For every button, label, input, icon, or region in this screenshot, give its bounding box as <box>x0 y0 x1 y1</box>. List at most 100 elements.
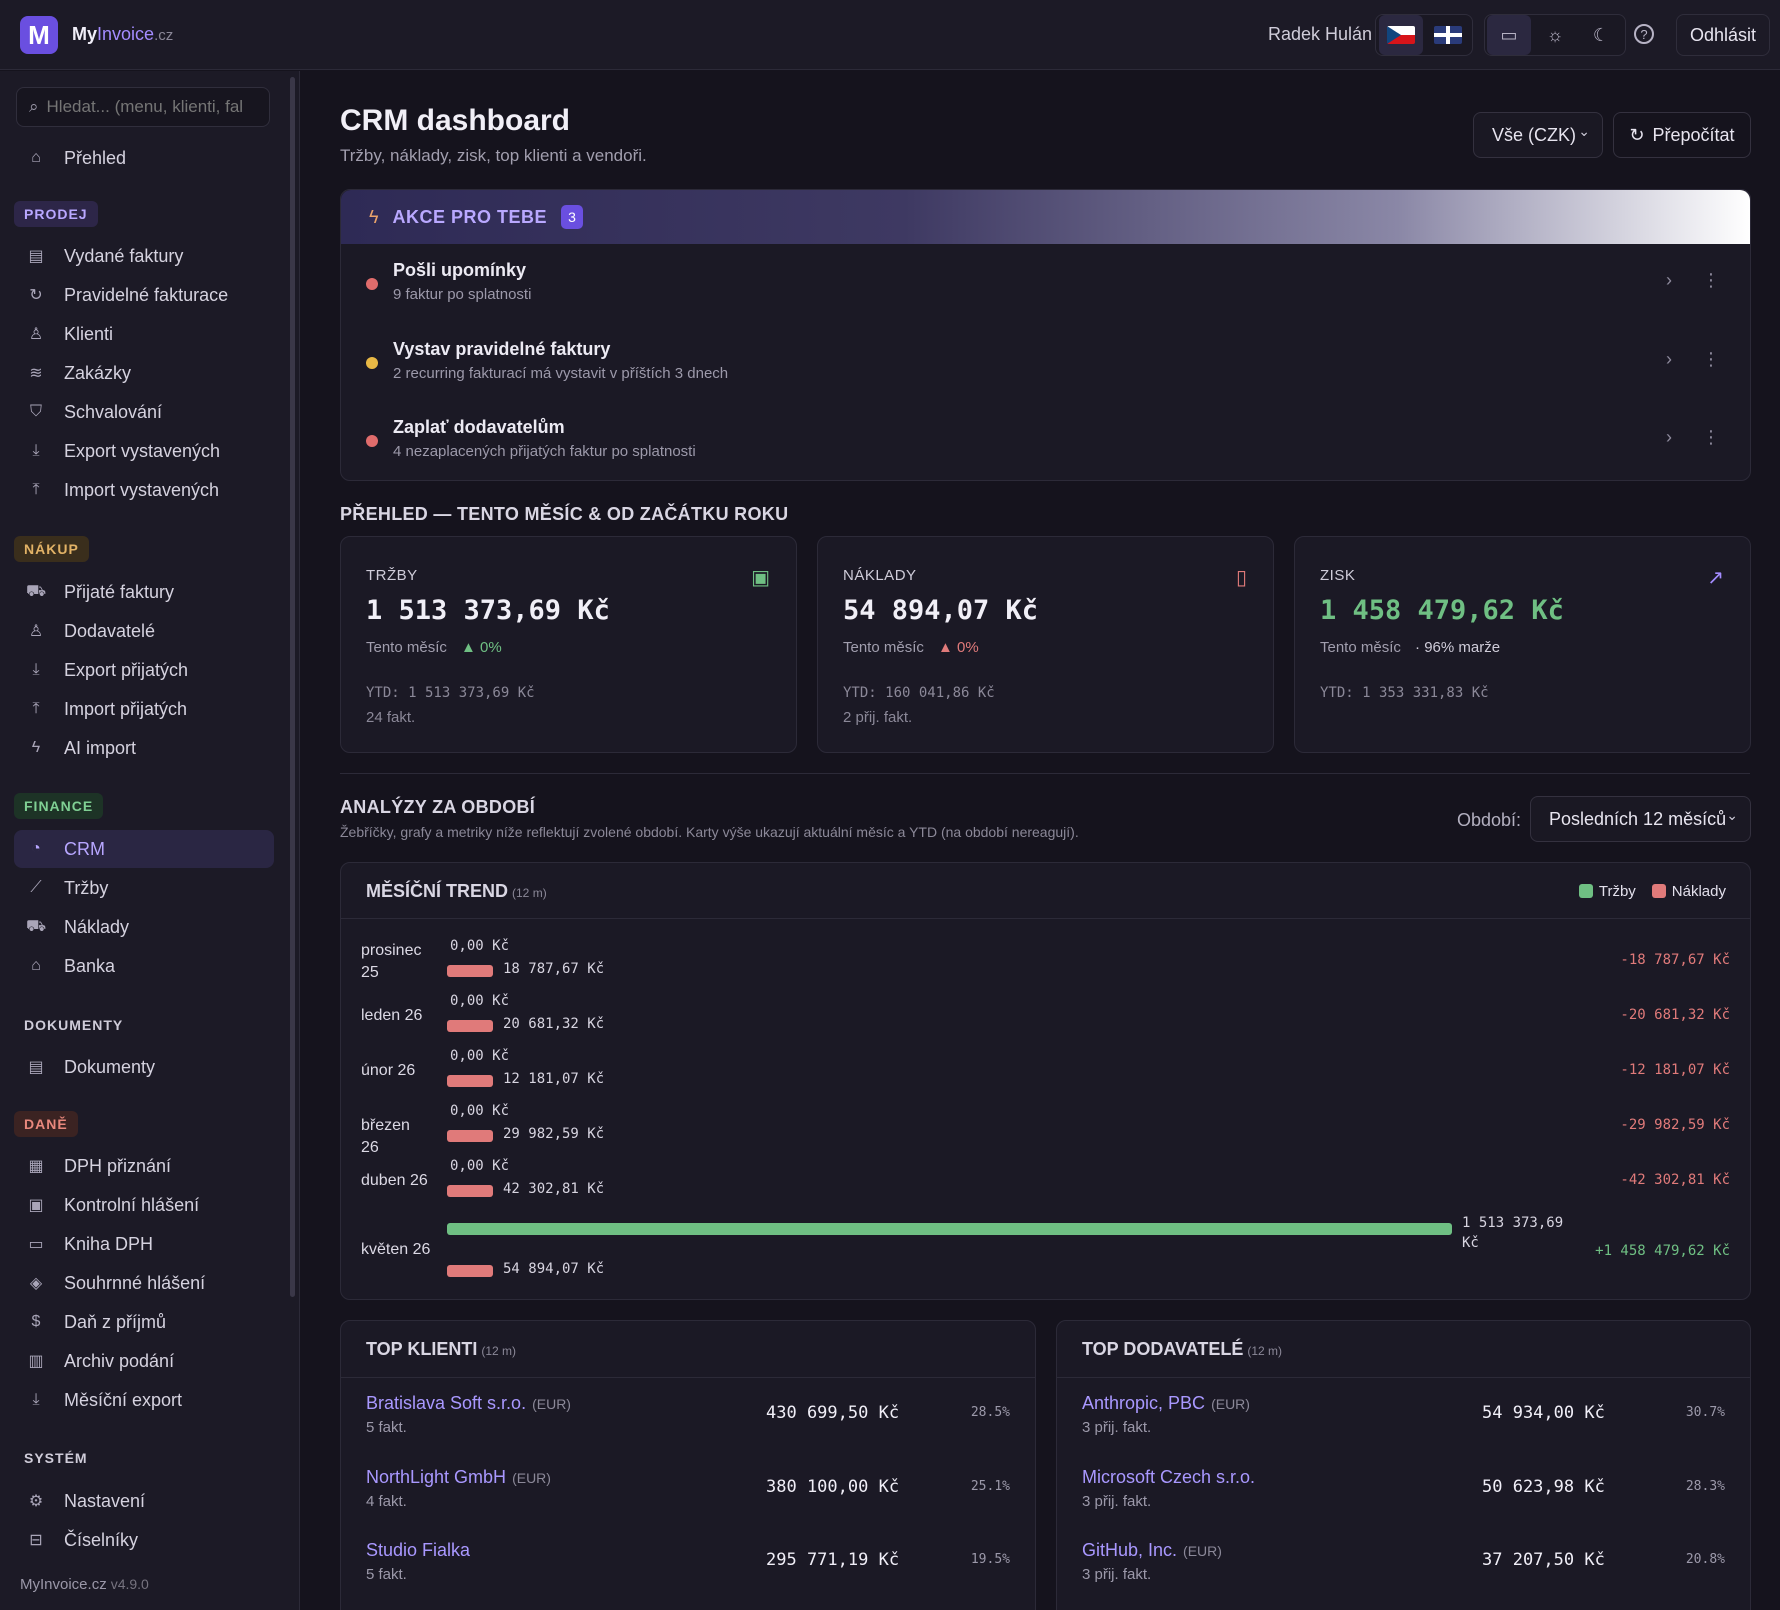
sidebar-item-label: Náklady <box>64 916 130 937</box>
costs-bar <box>447 1265 493 1277</box>
search-icon: ⌕ <box>29 97 39 116</box>
sidebar-item-label: Přehled <box>64 147 127 168</box>
sidebar-item-control-report[interactable]: ▣ Kontrolní hlášení <box>14 1186 274 1224</box>
currency-select[interactable]: Vše (CZK) ⌄ <box>1473 112 1603 158</box>
sidebar-item-recurring[interactable]: ↻ Pravidelné fakturace <box>14 276 274 314</box>
sidebar-item-import-received[interactable]: ⤒ Import přijatých <box>14 690 274 728</box>
kpi-delta: ▲ 0% <box>461 639 502 656</box>
sidebar-item-vendors[interactable]: ♙ Dodavatelé <box>14 612 274 650</box>
monthly-trend-card: MĚSÍČNÍ TREND (12 m) Tržby Náklady prosin… <box>340 862 1751 1300</box>
search-input[interactable] <box>46 97 257 117</box>
top-vendors-card: TOP DODAVATELÉ (12 m) Anthropic, PBC (EUR)… <box>1056 1320 1751 1610</box>
sidebar-item-ai-import[interactable]: ϟ AI import <box>14 729 274 767</box>
sidebar-item-export-issued[interactable]: ⤓ Export vystavených <box>14 432 274 470</box>
sidebar-item-approval[interactable]: ⛉ Schvalování <box>14 393 274 431</box>
sidebar-item-clients[interactable]: ♙ Klienti <box>14 315 274 353</box>
period-label: Období: <box>1457 810 1522 830</box>
sidebar-item-label: Export vystavených <box>64 440 221 461</box>
pie-chart-icon: ◔ <box>31 840 41 857</box>
top-vendors-title-text: TOP DODAVATELÉ <box>1082 1339 1244 1359</box>
version-number: v4.9.0 <box>110 1576 149 1592</box>
sidebar-item-vat-book[interactable]: ▭ Kniha DPH <box>14 1225 274 1263</box>
more-vertical-icon[interactable]: ⋮ <box>1702 270 1720 291</box>
book-icon: ▭ <box>28 1236 44 1253</box>
sidebar-item-documents[interactable]: ▤ Dokumenty <box>14 1048 274 1086</box>
sidebar-item-summary-report[interactable]: ◈ Souhrnné hlášení <box>14 1264 274 1302</box>
theme-switch: ▭ ☼ ☾ <box>1484 14 1626 56</box>
card-divider <box>1057 1377 1750 1378</box>
sidebar-item-export-received[interactable]: ⤓ Export přijatých <box>14 651 274 689</box>
sidebar-item-crm[interactable]: ◔ CRM <box>14 830 274 868</box>
action-item-reminders[interactable]: Pošli upomínky 9 faktur po splatnosti › … <box>366 252 1726 314</box>
vendor-row[interactable]: GitHub, Inc. (EUR) 3 přij. fakt. 37 207,5… <box>1082 1540 1725 1610</box>
theme-light-button[interactable]: ☼ <box>1533 15 1577 55</box>
logout-button[interactable]: Odhlásit <box>1676 14 1770 56</box>
sidebar-item-archive[interactable]: ▥ Archiv podání <box>14 1342 274 1380</box>
brand-name[interactable]: MyInvoice.cz <box>72 24 173 45</box>
sidebar-item-overview[interactable]: ⌂ Přehled <box>14 139 274 177</box>
sidebar-item-codebooks[interactable]: ⊟ Číselníky <box>14 1521 274 1559</box>
chevron-right-icon[interactable]: › <box>1666 427 1672 448</box>
more-vertical-icon[interactable]: ⋮ <box>1702 427 1720 448</box>
costs-bar <box>447 1185 493 1197</box>
trend-row: leden 26 0,00 Kč 20 681,32 Kč -20 681,32 Kč <box>341 993 1750 1043</box>
vendor-name[interactable]: Anthropic, PBC (EUR) <box>1082 1393 1250 1414</box>
sun-icon: ☼ <box>1546 24 1564 45</box>
client-row[interactable]: NorthLight GmbH (EUR) 4 fakt. 380 100,00 … <box>366 1467 1010 1537</box>
theme-dark-button[interactable]: ☾ <box>1579 15 1623 55</box>
client-name[interactable]: Bratislava Soft s.r.o. (EUR) <box>366 1393 571 1414</box>
net-value: -42 302,81 Kč <box>1620 1172 1730 1188</box>
chevron-right-icon[interactable]: › <box>1666 270 1672 291</box>
sidebar-item-monthly-export[interactable]: ⤓ Měsíční export <box>14 1381 274 1419</box>
vendor-name-text: Anthropic, PBC <box>1082 1393 1206 1413</box>
kpi-value: 1 513 373,69 Kč <box>366 595 610 626</box>
client-name[interactable]: NorthLight GmbH (EUR) <box>366 1467 551 1488</box>
sidebar-item-label: Vydané faktury <box>64 245 184 266</box>
client-row[interactable]: Studio Fialka 5 fakt. 295 771,19 Kč 19.5… <box>366 1540 1010 1610</box>
action-item-pay-vendors[interactable]: Zaplať dodavatelům 4 nezaplacených přija… <box>366 409 1726 471</box>
sidebar-item-received-invoices[interactable]: ⛟ Přijaté faktury <box>14 573 274 611</box>
card-divider <box>341 1377 1035 1378</box>
sidebar-search[interactable]: ⌕ <box>16 87 270 127</box>
sidebar-item-income-tax[interactable]: $ Daň z příjmů <box>14 1303 274 1341</box>
sidebar-item-label: Export přijatých <box>64 659 189 680</box>
app-logo[interactable]: M <box>20 16 58 54</box>
kpi-value: 54 894,07 Kč <box>843 595 1039 626</box>
sidebar-item-bank[interactable]: ⌂ Banka <box>14 947 274 985</box>
vendor-row[interactable]: Microsoft Czech s.r.o. 3 přij. fakt. 50 … <box>1082 1467 1725 1537</box>
receipt-icon: ▦ <box>28 1158 44 1175</box>
help-button[interactable]: ? <box>1622 14 1666 54</box>
sidebar-item-issued-invoices[interactable]: ▤ Vydané faktury <box>14 237 274 275</box>
client-name[interactable]: Studio Fialka <box>366 1540 476 1561</box>
sidebar-item-vat-return[interactable]: ▦ DPH přiznání <box>14 1147 274 1185</box>
sidebar-item-settings[interactable]: ⚙ Nastavení <box>14 1482 274 1520</box>
legend-swatch <box>1578 884 1593 898</box>
sidebar-item-label: AI import <box>64 737 137 758</box>
document-icon: ▤ <box>28 248 44 265</box>
sidebar-item-revenue[interactable]: ⟋ Tržby <box>14 869 274 907</box>
lang-en-button[interactable] <box>1426 15 1470 55</box>
theme-system-button[interactable]: ▭ <box>1487 15 1531 55</box>
sidebar-item-label: Číselníky <box>64 1529 139 1550</box>
chevron-right-icon[interactable]: › <box>1666 349 1672 370</box>
action-item-recurring[interactable]: Vystav pravidelné faktury 2 recurring fa… <box>366 331 1726 393</box>
archive-icon: ▥ <box>28 1353 44 1370</box>
sidebar-scrollbar[interactable] <box>290 77 295 1297</box>
more-vertical-icon[interactable]: ⋮ <box>1702 349 1720 370</box>
lang-cz-button[interactable] <box>1379 15 1423 55</box>
client-share: 25.1% <box>970 1479 1010 1494</box>
vendor-row[interactable]: Anthropic, PBC (EUR) 3 přij. fakt. 54 934… <box>1082 1393 1725 1463</box>
vendor-name[interactable]: Microsoft Czech s.r.o. <box>1082 1467 1261 1488</box>
sidebar-item-import-issued[interactable]: ⤒ Import vystavených <box>14 471 274 509</box>
vendor-name[interactable]: GitHub, Inc. (EUR) <box>1082 1540 1222 1561</box>
top-vendors-title: TOP DODAVATELÉ (12 m) <box>1082 1339 1282 1360</box>
sidebar-item-label: Přijaté faktury <box>64 581 175 602</box>
period-select[interactable]: Posledních 12 měsíců ⌄ <box>1530 796 1751 842</box>
month-label: duben 26 <box>361 1172 428 1189</box>
recalculate-button[interactable]: ↻ Přepočítat <box>1613 112 1751 158</box>
sidebar-item-orders[interactable]: ≋ Zakázky <box>14 354 274 392</box>
sidebar-item-costs[interactable]: ⛟ Náklady <box>14 908 274 946</box>
client-amount: 380 100,00 Kč <box>766 1477 900 1497</box>
client-row[interactable]: Bratislava Soft s.r.o. (EUR) 5 fakt. 430 … <box>366 1393 1010 1463</box>
client-share: 28.5% <box>970 1405 1010 1420</box>
